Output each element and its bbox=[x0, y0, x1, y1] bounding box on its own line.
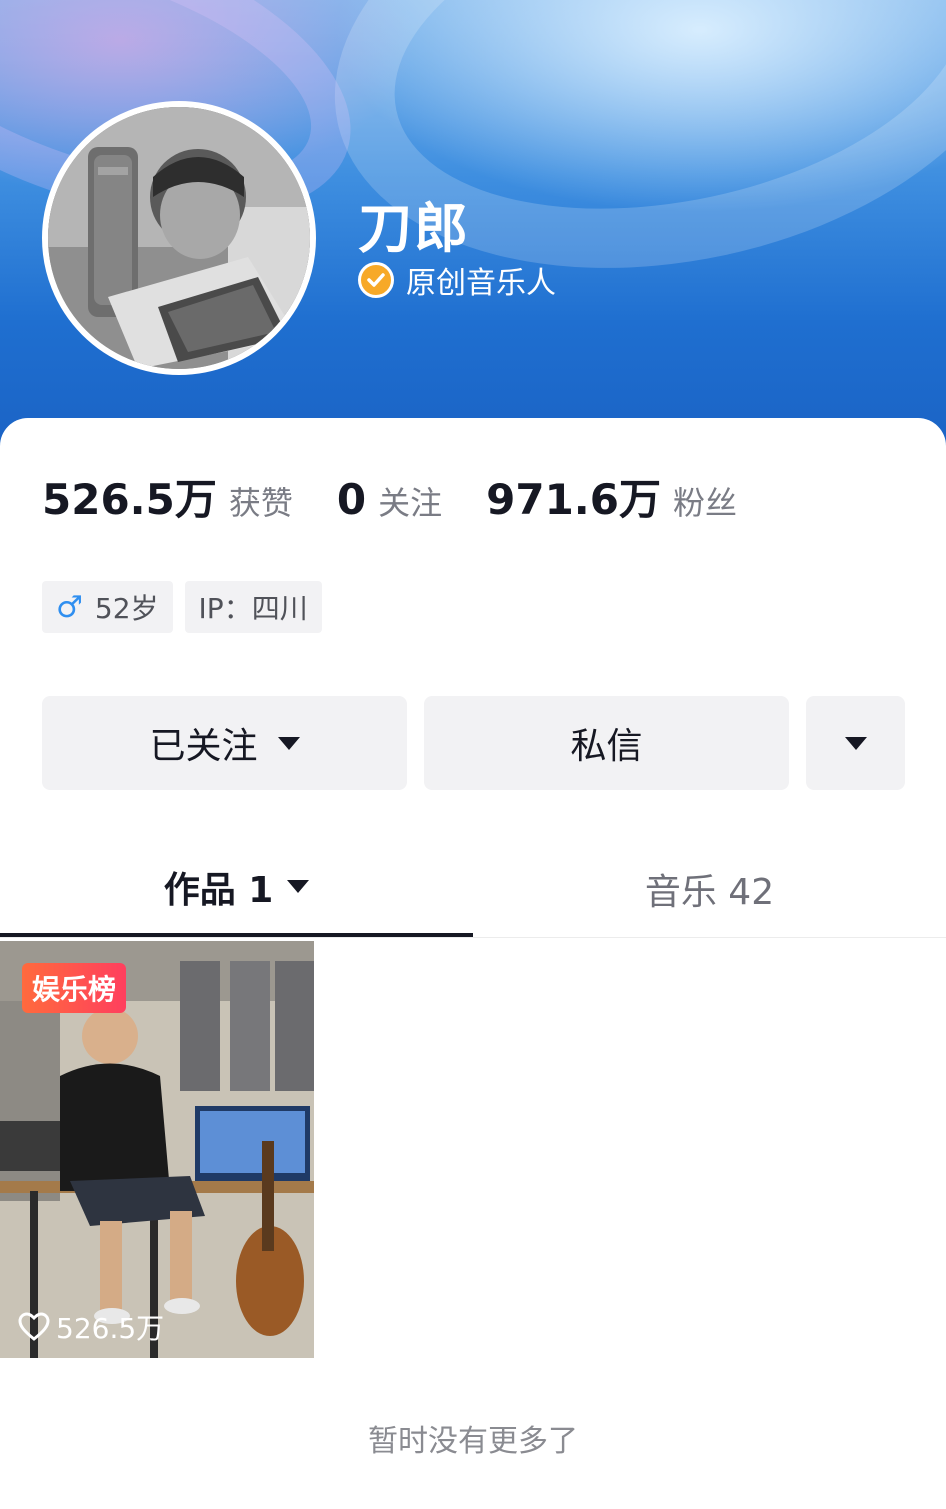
stat-label: 关注 bbox=[378, 484, 443, 522]
more-button[interactable] bbox=[806, 696, 905, 790]
age-tag: ♂ 52岁 bbox=[42, 581, 173, 633]
profile-banner: 刀郎 原创音乐人 bbox=[0, 0, 946, 460]
follow-button[interactable]: 已关注 bbox=[42, 696, 407, 790]
caret-down-icon bbox=[844, 736, 867, 750]
verified-check-icon bbox=[358, 262, 394, 298]
video-likes: 526.5万 bbox=[18, 1307, 164, 1347]
caret-down-icon bbox=[277, 736, 300, 750]
heart-icon bbox=[18, 1312, 50, 1341]
stat-label: 获赞 bbox=[228, 484, 293, 522]
stat-value: 526.5万 bbox=[42, 475, 217, 524]
verified-label: 原创音乐人 bbox=[406, 266, 556, 301]
verified-row: 原创音乐人 bbox=[358, 258, 556, 302]
tab-music[interactable]: 音乐 42 bbox=[473, 840, 946, 937]
stat-likes[interactable]: 526.5万 获赞 bbox=[42, 466, 293, 527]
tab-works[interactable]: 作品 1 bbox=[0, 840, 473, 937]
male-icon: ♂ bbox=[56, 589, 83, 625]
ranking-badge: 娱乐榜 bbox=[22, 963, 127, 1013]
video-likes-count: 526.5万 bbox=[56, 1312, 165, 1345]
ip-text: IP：四川 bbox=[198, 592, 308, 625]
age-text: 52岁 bbox=[94, 592, 159, 625]
stats-row: 526.5万 获赞 0 关注 971.6万 粉丝 bbox=[42, 466, 781, 527]
message-button-label: 私信 bbox=[570, 726, 643, 767]
content-tabs: 作品 1 音乐 42 bbox=[0, 840, 946, 938]
avatar[interactable] bbox=[42, 101, 316, 375]
tab-label: 音乐 42 bbox=[644, 871, 775, 913]
message-button[interactable]: 私信 bbox=[424, 696, 789, 790]
end-of-list-note: 暂时没有更多了 bbox=[368, 1424, 578, 1459]
profile-tags: ♂ 52岁 IP：四川 bbox=[42, 581, 334, 633]
stat-followers[interactable]: 971.6万 粉丝 bbox=[486, 466, 737, 527]
follow-button-label: 已关注 bbox=[149, 726, 258, 767]
action-buttons: 已关注 私信 bbox=[42, 696, 905, 790]
tab-label: 作品 1 bbox=[163, 869, 274, 911]
caret-down-icon bbox=[287, 880, 310, 893]
stat-value: 971.6万 bbox=[486, 475, 661, 524]
stat-value: 0 bbox=[336, 475, 367, 524]
video-thumbnail[interactable]: 娱乐榜 bbox=[0, 941, 314, 1358]
avatar-photo bbox=[48, 107, 310, 369]
stat-label: 粉丝 bbox=[672, 484, 737, 522]
ip-tag: IP：四川 bbox=[184, 581, 322, 633]
stat-following[interactable]: 0 关注 bbox=[337, 475, 442, 524]
profile-name: 刀郎 bbox=[358, 197, 470, 260]
